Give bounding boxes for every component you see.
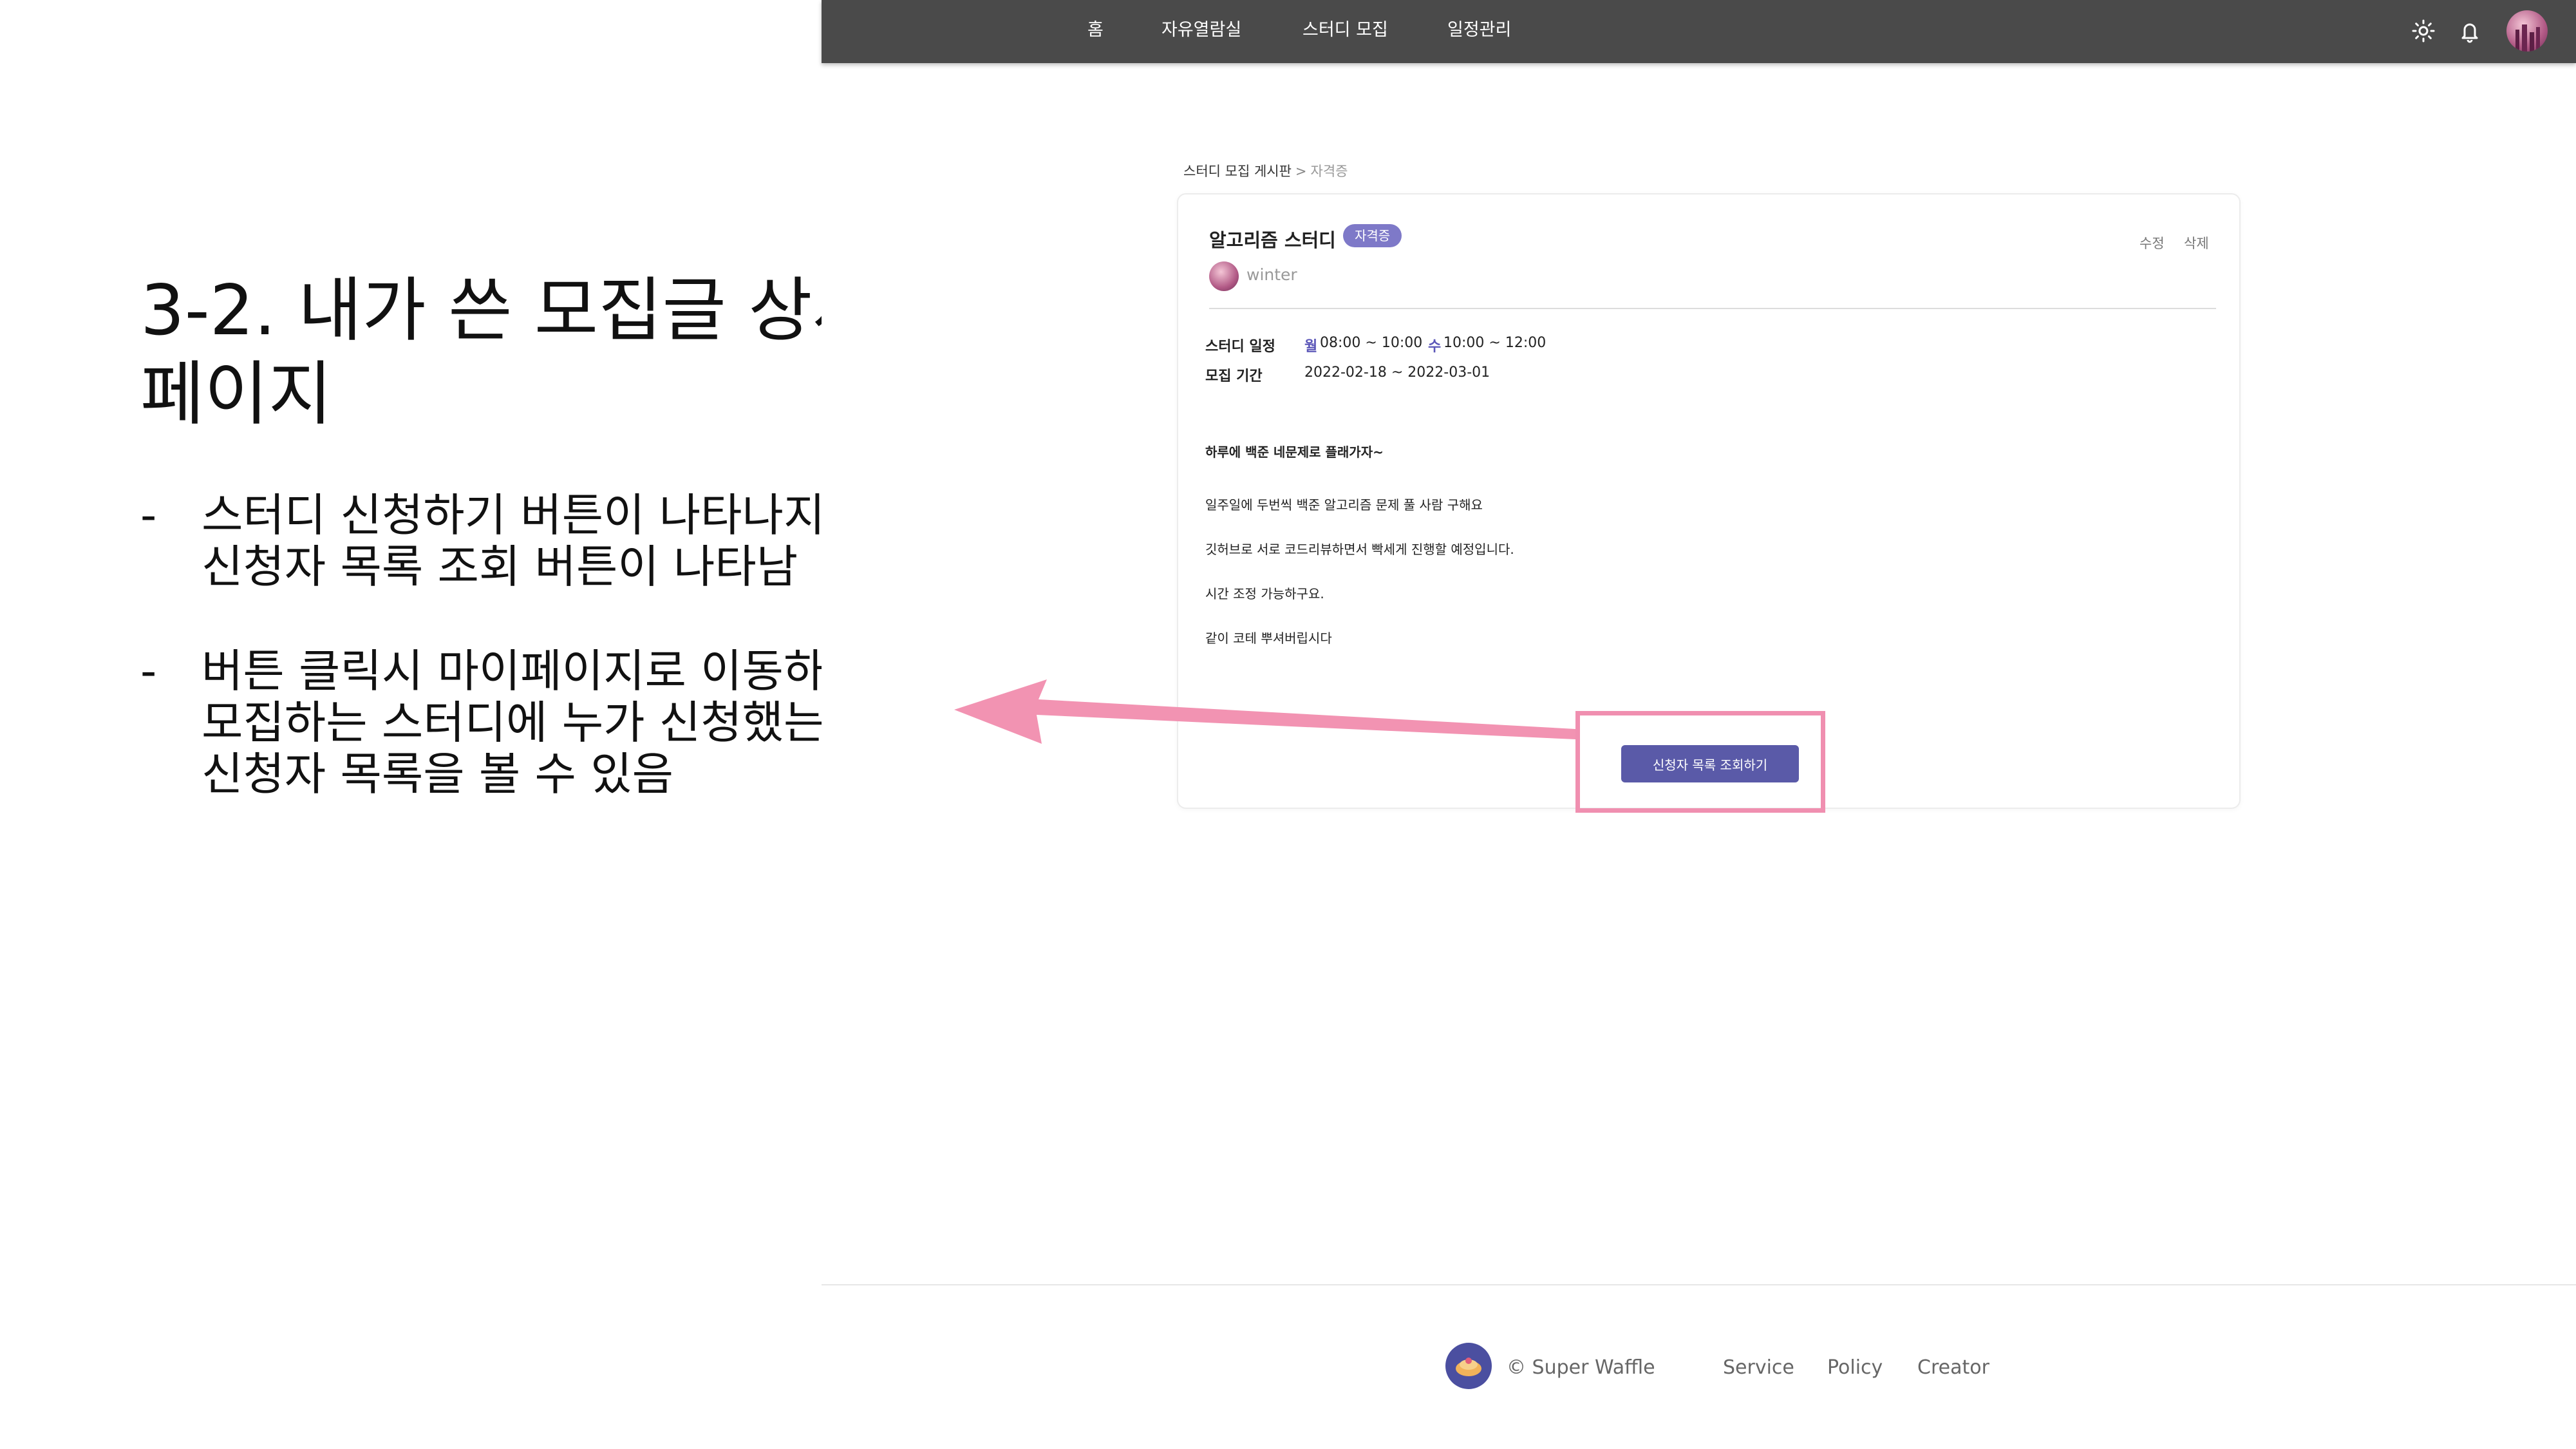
content-line: 같이 코테 뿌셔버립시다	[1205, 630, 1332, 646]
bullet-line: 모집하는 스터디에 누가 신청했는지	[202, 696, 867, 749]
schedule-label: 스터디 일정	[1205, 339, 1275, 355]
bullet-line: 신청자 목록 조회 버튼이 나타남	[202, 540, 798, 593]
breadcrumb-parent[interactable]: 스터디 모집 게시판	[1183, 164, 1292, 179]
footer-divider	[822, 1284, 2576, 1285]
period-label: 모집 기간	[1205, 368, 1263, 384]
nav-item-reading-room[interactable]: 자유열람실	[1161, 0, 1241, 63]
nav-item-study-recruit[interactable]: 스터디 모집	[1302, 0, 1388, 63]
breadcrumb-current: 자격증	[1310, 164, 1348, 179]
sun-icon[interactable]	[2411, 18, 2436, 44]
footer-copyright: © Super Waffle	[1507, 1356, 1655, 1379]
avatar[interactable]	[2506, 10, 2548, 52]
bell-icon[interactable]	[2457, 18, 2483, 44]
content-line: 일주일에 두번씩 백준 알고리즘 문제 풀 사람 구해요	[1205, 497, 1483, 513]
footer-link-policy[interactable]: Policy	[1827, 1356, 1883, 1379]
category-tag: 자격증	[1343, 224, 1402, 247]
post-title: 알고리즘 스터디	[1209, 229, 1336, 251]
content-line: 시간 조정 가능하구요.	[1205, 586, 1324, 601]
breadcrumb: 스터디 모집 게시판 > 자격증	[1183, 161, 1348, 180]
bullet-dash: -	[140, 645, 157, 697]
footer-link-service[interactable]: Service	[1723, 1356, 1794, 1379]
highlight-box	[1575, 711, 1825, 813]
nav-item-home[interactable]: 홈	[1087, 0, 1104, 63]
schedule-day: 수	[1428, 339, 1442, 355]
content-line: 하루에 백준 네문제로 플래가자~	[1205, 444, 1384, 460]
author-name: winter	[1246, 265, 1297, 284]
schedule-time: 08:00 ~ 10:00	[1320, 335, 1423, 351]
avatar-image	[2515, 24, 2540, 52]
footer-link-creator[interactable]: Creator	[1917, 1356, 1989, 1379]
content-line: 깃허브로 서로 코드리뷰하면서 빡세게 진행할 예정입니다.	[1205, 542, 1514, 557]
nav-item-schedule[interactable]: 일정관리	[1447, 0, 1511, 63]
author-avatar	[1209, 261, 1239, 291]
divider	[1209, 308, 2216, 309]
bullet-dash: -	[140, 489, 157, 542]
slide-title-line2: 페이지	[140, 354, 333, 435]
schedule-day: 월	[1304, 339, 1318, 355]
breadcrumb-separator: >	[1295, 164, 1307, 179]
delete-button[interactable]: 삭제	[2184, 233, 2209, 252]
logo-image	[1447, 1344, 1490, 1388]
waffle-logo-icon	[1445, 1343, 1492, 1389]
top-navbar: 홈 자유열람실 스터디 모집 일정관리	[822, 0, 2576, 63]
bullet-line: 스터디 신청하기 버튼이 나타나지 않고	[202, 489, 923, 542]
edit-button[interactable]: 수정	[2139, 233, 2165, 252]
schedule-time: 10:00 ~ 12:00	[1443, 335, 1547, 351]
bullet-line: 신청자 목록을 볼 수 있음	[202, 748, 674, 800]
period-value: 2022-02-18 ~ 2022-03-01	[1304, 365, 1490, 381]
